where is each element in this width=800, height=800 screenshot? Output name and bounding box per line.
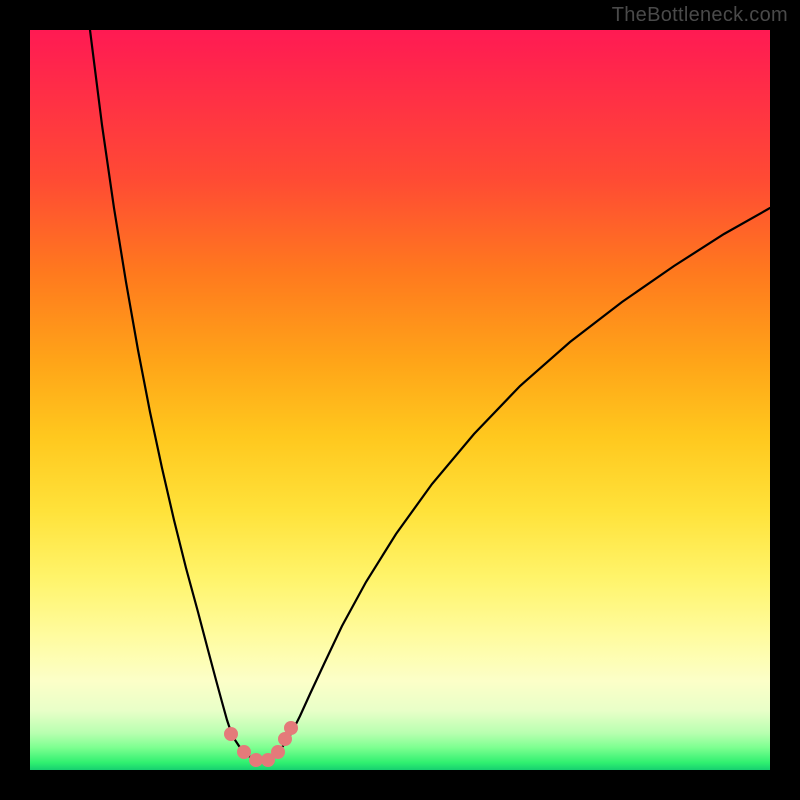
valley-marker bbox=[284, 721, 298, 735]
valley-marker bbox=[237, 745, 251, 759]
curve-right bbox=[280, 208, 770, 750]
watermark-text: TheBottleneck.com bbox=[612, 4, 788, 27]
plot-area bbox=[30, 30, 770, 770]
valley-marker-group bbox=[224, 721, 298, 767]
curve-left bbox=[90, 30, 243, 750]
valley-marker bbox=[271, 745, 285, 759]
chart-frame: TheBottleneck.com bbox=[0, 0, 800, 800]
bottleneck-curve bbox=[30, 30, 770, 770]
valley-marker bbox=[224, 727, 238, 741]
valley-marker bbox=[249, 753, 263, 767]
